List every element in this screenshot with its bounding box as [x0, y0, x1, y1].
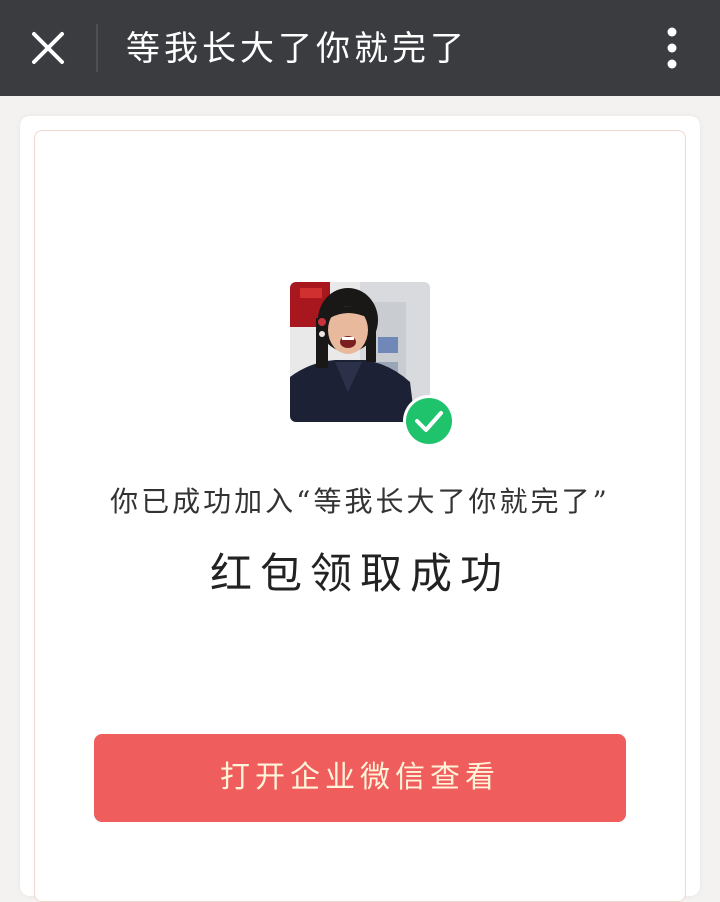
page-title: 等我长大了你就完了 [126, 29, 468, 69]
header-divider [96, 24, 98, 72]
more-button[interactable] [650, 22, 694, 74]
open-wework-button[interactable]: 打开企业微信查看 [94, 734, 626, 822]
joined-group-message: 你已成功加入“等我长大了你就完了” [110, 485, 610, 518]
close-button[interactable] [24, 24, 72, 72]
top-bar: 等我长大了你就完了 [0, 0, 720, 96]
check-circle-icon [403, 395, 455, 447]
red-packet-success-title: 红包领取成功 [209, 549, 510, 598]
more-vertical-icon [667, 27, 677, 69]
close-icon [32, 32, 64, 64]
